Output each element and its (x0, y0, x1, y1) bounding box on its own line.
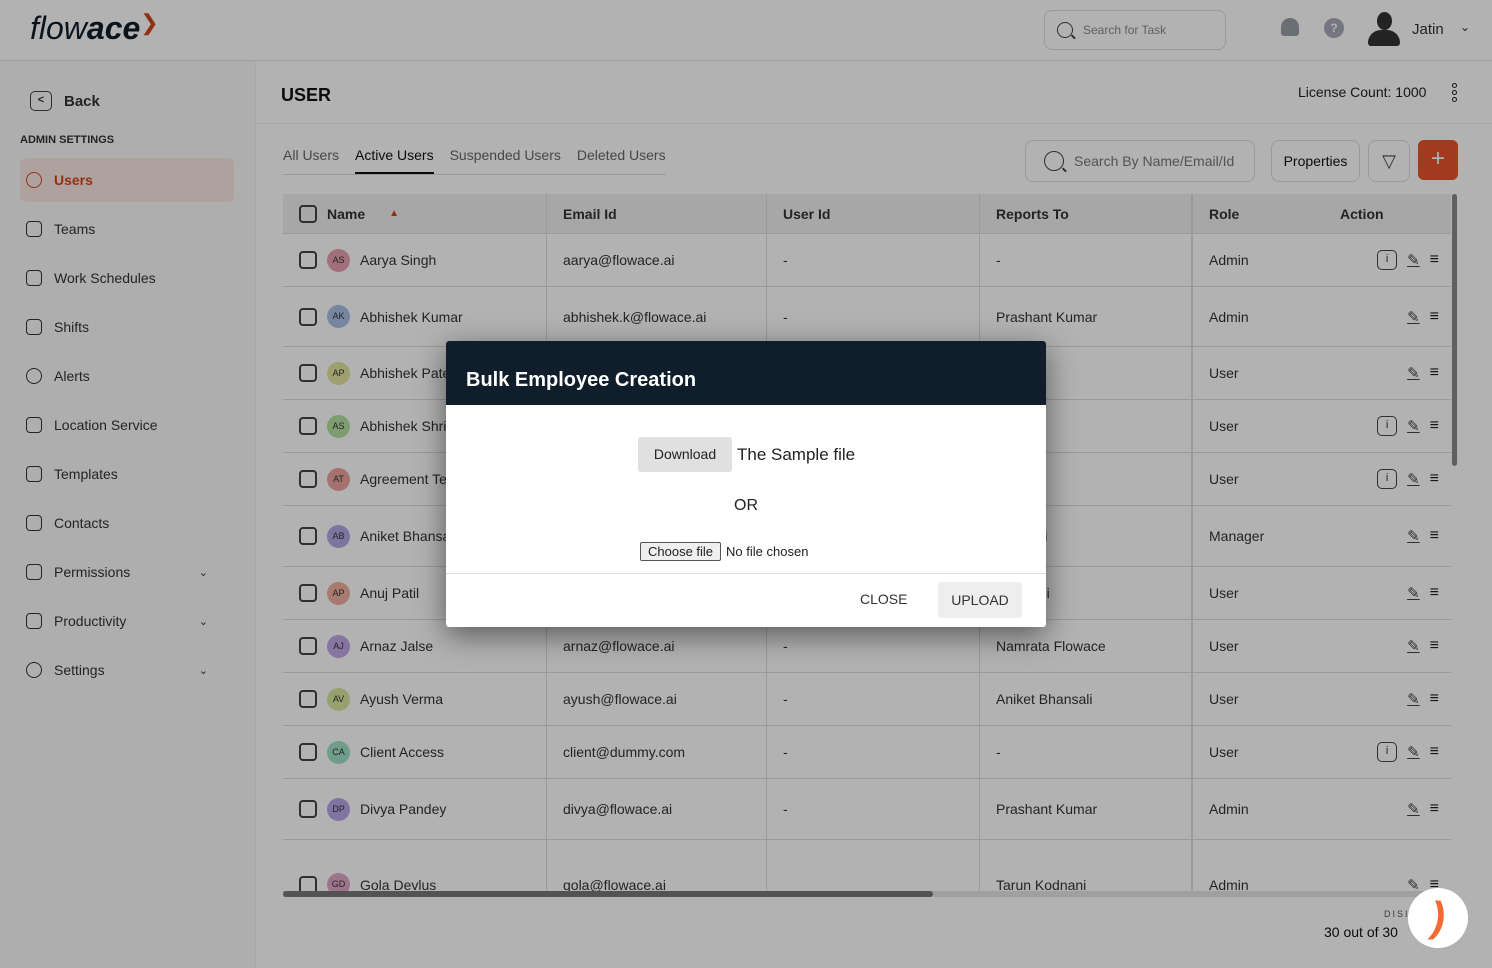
divider (446, 573, 1046, 574)
chat-widget-button[interactable]: ) (1408, 888, 1468, 948)
download-button[interactable]: Download (638, 437, 732, 472)
close-button[interactable]: CLOSE (860, 591, 907, 607)
sample-file-text: The Sample file (737, 444, 856, 464)
bulk-employee-modal: Bulk Employee Creation Download The Sampl… (446, 341, 1046, 627)
modal-title: Bulk Employee Creation (446, 341, 1046, 405)
choose-file-button[interactable]: Choose file (640, 542, 722, 561)
upload-button[interactable]: UPLOAD (938, 582, 1022, 618)
or-text: OR (734, 497, 758, 514)
file-status: No file chosen (726, 544, 809, 559)
